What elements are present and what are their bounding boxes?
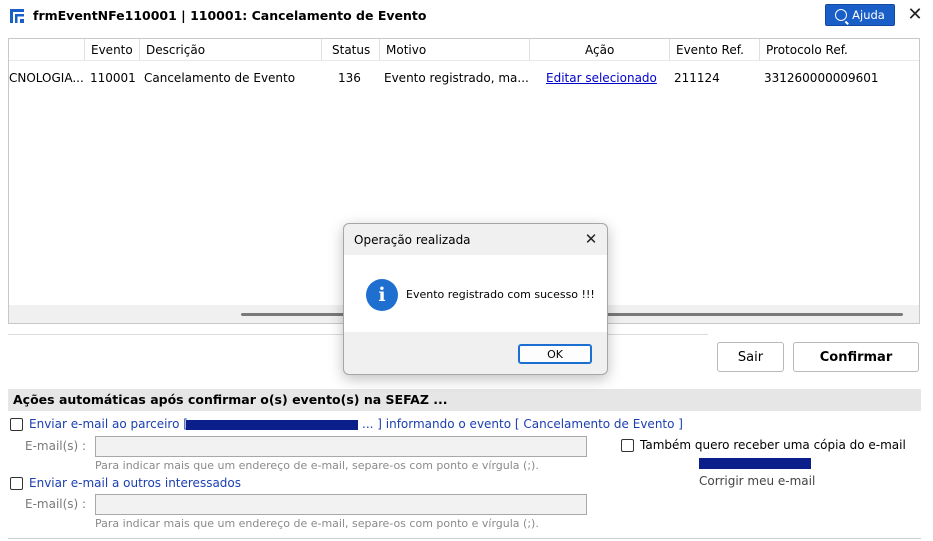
close-window-icon[interactable]: ✕ — [904, 5, 926, 27]
dialog-title: Operação realizada — [354, 233, 471, 247]
redacted-partner-name — [186, 420, 358, 430]
cell-descricao: Cancelamento de Evento — [144, 71, 296, 85]
col-protocolo-ref[interactable]: Protocolo Ref. — [759, 39, 919, 61]
grid-header: Evento Descrição Status Motivo Ação Even… — [9, 39, 919, 61]
cell-protocolo-ref: 331260000009601 — [764, 71, 879, 85]
cell-motivo: Evento registrado, ma... — [384, 71, 529, 85]
help-button-label: Ajuda — [852, 8, 885, 22]
app-icon — [10, 9, 24, 23]
send-partner-email-label-suffix[interactable]: ... ] informando o evento [ Cancelamento… — [362, 417, 683, 431]
col-acao[interactable]: Ação — [529, 39, 669, 61]
dialog-close-icon[interactable]: ✕ — [581, 229, 601, 249]
dialog-body: i Evento registrado com sucesso !!! — [344, 255, 607, 332]
emails-label-2: E-mail(s) : — [25, 497, 87, 511]
dialog-ok-button[interactable]: OK — [518, 344, 592, 364]
email-hint: Para indicar mais que um endereço de e-m… — [95, 459, 539, 472]
info-icon: i — [366, 279, 398, 311]
help-search-icon — [835, 9, 848, 21]
col-descricao[interactable]: Descrição — [139, 39, 319, 61]
col-motivo[interactable]: Motivo — [379, 39, 529, 61]
redacted-own-email — [699, 458, 811, 469]
edit-selected-link[interactable]: Editar selecionado — [546, 67, 666, 89]
send-partner-email-label-prefix[interactable]: Enviar e-mail ao parceiro [ — [29, 417, 188, 431]
fix-my-email-link[interactable]: Corrigir meu e-mail — [699, 474, 815, 488]
table-row[interactable]: CNOLOGIA... 110001 Cancelamento de Event… — [9, 67, 919, 89]
send-others-email-label[interactable]: Enviar e-mail a outros interessados — [29, 476, 241, 490]
copy-email-label[interactable]: Também quero receber uma cópia do e-mail — [640, 438, 906, 452]
success-dialog: Operação realizada ✕ i Evento registrado… — [343, 223, 608, 375]
others-email-input[interactable] — [95, 494, 587, 515]
copy-email-checkbox[interactable] — [621, 439, 634, 452]
send-others-email-checkbox[interactable] — [10, 477, 23, 490]
cell-status: 136 — [338, 71, 361, 85]
email-hint-2: Para indicar mais que um endereço de e-m… — [95, 517, 539, 530]
cell-evento: 110001 — [90, 71, 136, 85]
window-title: frmEventNFe110001 | 110001: Cancelamento… — [33, 8, 427, 23]
emails-label: E-mail(s) : — [25, 439, 87, 453]
title-bar: frmEventNFe110001 | 110001: Cancelamento… — [0, 0, 933, 32]
send-partner-email-checkbox[interactable] — [10, 418, 23, 431]
col-evento[interactable]: Evento — [84, 39, 142, 61]
dialog-message: Evento registrado com sucesso !!! — [406, 288, 595, 301]
partner-email-input[interactable] — [95, 436, 587, 457]
help-button[interactable]: Ajuda — [825, 4, 895, 26]
col-status[interactable]: Status — [321, 39, 379, 61]
col-evento-ref[interactable]: Evento Ref. — [669, 39, 759, 61]
confirm-button[interactable]: Confirmar — [793, 342, 919, 372]
cell-evento-ref: 211124 — [674, 71, 720, 85]
actions-section-header: Ações automáticas após confirmar o(s) ev… — [8, 389, 921, 411]
bottom-divider — [8, 538, 921, 539]
cell-partner: CNOLOGIA... — [9, 71, 83, 85]
exit-button[interactable]: Sair — [717, 342, 784, 372]
